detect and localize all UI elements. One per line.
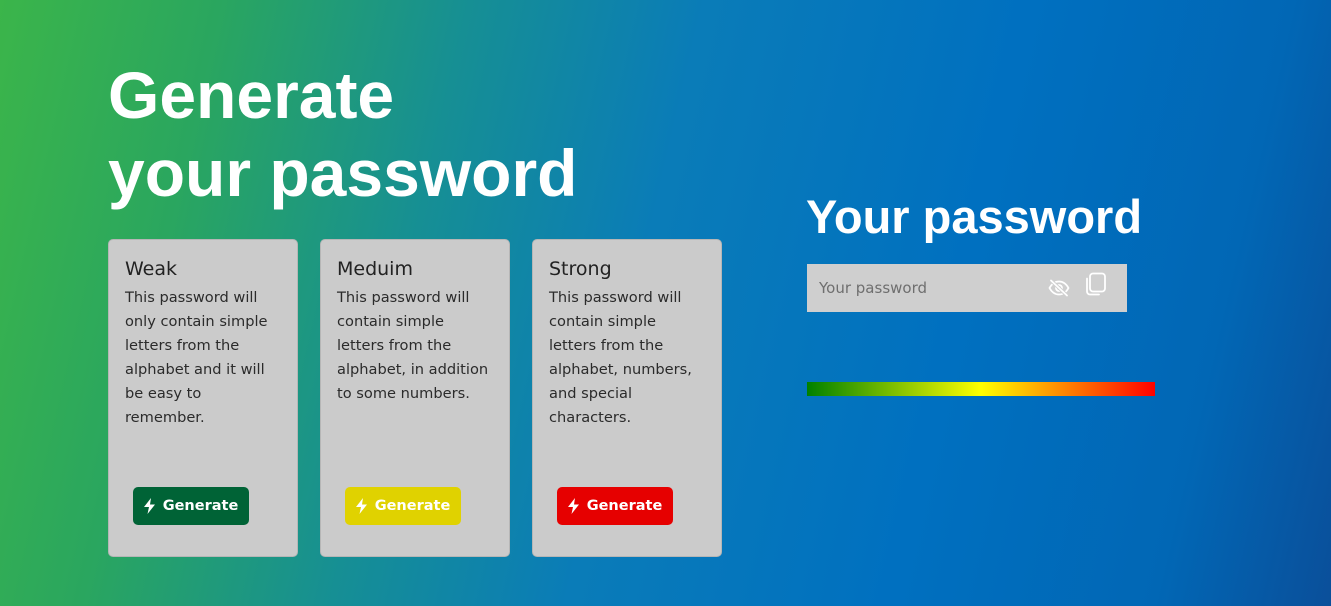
card-weak: Weak This password will only contain sim… [108,239,298,557]
card-title: Strong [549,258,612,280]
generate-button-label: Generate [162,498,239,514]
password-panel-title: Your password [806,190,1143,243]
generate-strong-button[interactable]: Generate [557,487,673,525]
card-title: Meduim [337,258,413,280]
generate-medium-button[interactable]: Generate [345,487,461,525]
card-description: This password will only contain simple l… [125,289,268,426]
password-output-input[interactable] [807,264,1042,312]
card-medium: Meduim This password will contain simple… [320,239,510,557]
copy-icon[interactable] [1081,260,1111,308]
generate-weak-button[interactable]: Generate [133,487,249,525]
lightning-bolt-icon [567,498,579,514]
card-description: This password will contain simple letter… [549,289,692,426]
generate-button-label: Generate [374,498,451,514]
password-field-container [807,264,1127,312]
lightning-bolt-icon [143,498,155,514]
generate-button-label: Generate [586,498,663,514]
card-strong: Strong This password will contain simple… [532,239,722,557]
password-strength-bar [807,382,1155,396]
hero-title-line2: your password [108,136,578,210]
card-title: Weak [125,258,178,280]
lightning-bolt-icon [355,498,367,514]
eye-slash-icon[interactable] [1044,264,1074,312]
card-description: This password will contain simple letter… [337,289,489,402]
hero-title: Generate your password [108,56,577,212]
hero-title-line1: Generate [108,58,395,132]
